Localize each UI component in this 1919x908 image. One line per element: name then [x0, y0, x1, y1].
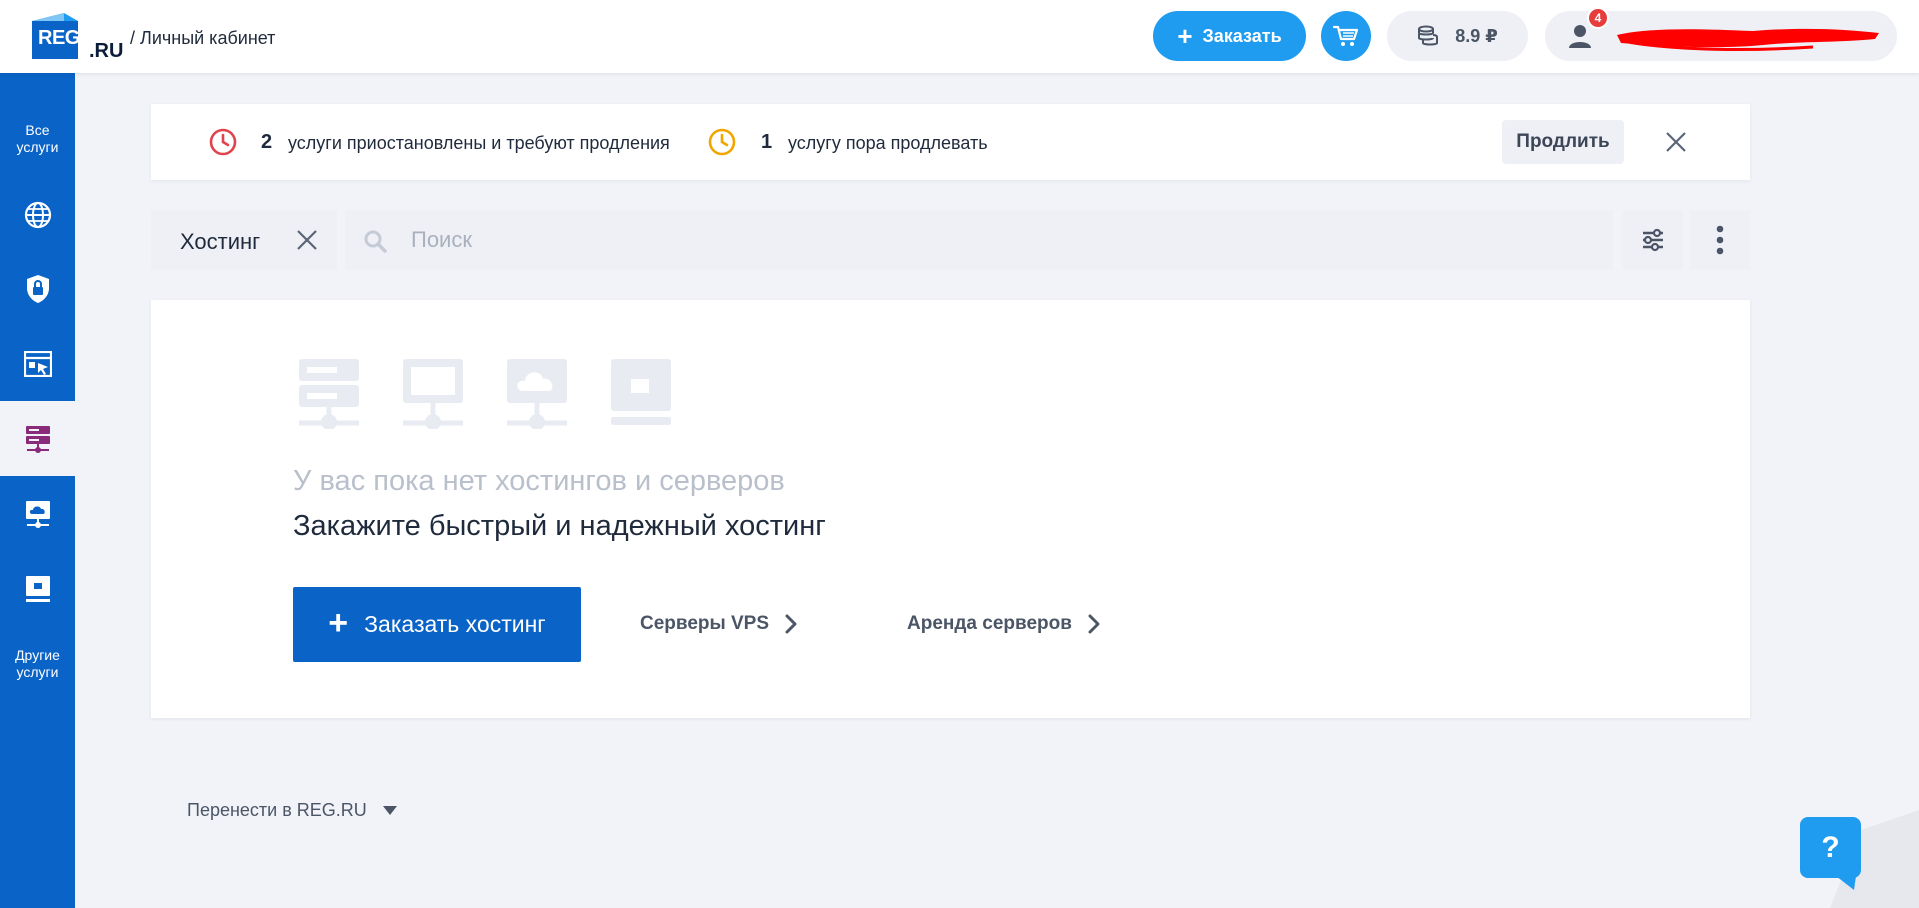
renew-button[interactable]: Продлить [1502, 120, 1624, 164]
vps-link-label: Серверы VPS [640, 613, 770, 634]
empty-state-card: У вас пока нет хостингов и серверов Зака… [151, 300, 1750, 718]
notification-badge: 4 [1587, 7, 1609, 29]
clock-alert-icon [209, 128, 237, 156]
hosting-icon [25, 425, 50, 453]
search-bar [345, 210, 1613, 270]
caret-down-icon [382, 806, 397, 815]
sidebar-item-label: Другие услуги [15, 646, 60, 680]
cart-icon [1333, 25, 1359, 46]
vps-link[interactable]: Серверы VPS [640, 613, 797, 635]
search-icon [364, 230, 387, 253]
chevron-right-icon [785, 614, 797, 634]
user-icon [1569, 25, 1591, 48]
logo-cube-icon: REG [30, 13, 88, 59]
more-vertical-icon [1716, 225, 1724, 255]
balance-amount: 8.9 ₽ [1455, 25, 1498, 46]
sliders-icon [1642, 228, 1663, 252]
breadcrumb: / Личный кабинет [130, 28, 276, 48]
renew-due-count: 1 [761, 131, 773, 153]
filter-chip-label: Хостинг [180, 229, 261, 254]
empty-state-subtitle: Закажите быстрый и надежный хостинг [293, 510, 826, 542]
order-button-label: Заказать [1202, 25, 1282, 46]
plus-icon: + [1177, 21, 1193, 51]
shield-lock-icon [26, 274, 49, 303]
renew-due-text: услугу пора продлевать [788, 133, 988, 153]
logo-text-ru: .RU [89, 40, 124, 62]
sidebar-item-all-services[interactable]: Все услуги [0, 101, 75, 176]
sidebar: Все услуги Другие услуги [0, 73, 75, 908]
help-widget: ? [1770, 790, 1919, 908]
chevron-right-icon [1088, 614, 1100, 634]
hosting-placeholder-icon [299, 359, 359, 429]
transfer-dropdown[interactable]: Перенести в REG.RU [187, 800, 397, 821]
filter-chip-hosting: Хостинг [151, 210, 337, 270]
sidebar-item-servers[interactable] [0, 551, 75, 626]
dedicated-placeholder-icon [611, 359, 671, 425]
search-input[interactable] [411, 210, 1591, 270]
clock-warning-icon [708, 128, 736, 156]
coins-icon [1418, 25, 1439, 46]
website-builder-icon [23, 350, 52, 377]
service-icons-row [297, 357, 673, 429]
suspended-count: 2 [261, 131, 273, 153]
rent-servers-link-label: Аренда серверов [907, 613, 1072, 634]
order-hosting-button[interactable]: + Заказать хостинг [293, 587, 581, 662]
help-label: ? [1821, 830, 1840, 864]
sidebar-item-domains[interactable] [0, 177, 75, 252]
regru-logo[interactable]: REG .RU [30, 13, 123, 62]
globe-icon [24, 201, 51, 228]
more-options-button[interactable] [1690, 210, 1750, 270]
transfer-label: Перенести в REG.RU [187, 800, 367, 820]
logo-text-reg: REG [38, 27, 80, 49]
order-button[interactable]: + Заказать [1153, 11, 1306, 61]
help-bubble-tail [1836, 876, 1856, 890]
rent-servers-link[interactable]: Аренда серверов [907, 613, 1100, 635]
suspended-text: услуги приостановлены и требуют продлени… [288, 133, 670, 153]
sidebar-item-other-services[interactable]: Другие услуги [0, 626, 75, 701]
empty-state-title: У вас пока нет хостингов и серверов [293, 465, 785, 497]
balance-button[interactable]: 8.9 ₽ [1387, 11, 1528, 61]
filter-settings-button[interactable] [1622, 210, 1683, 270]
redacted-username [1617, 28, 1879, 51]
vps-placeholder-icon [403, 359, 463, 429]
sidebar-item-site-builder[interactable] [0, 326, 75, 401]
cloud-placeholder-icon [507, 359, 567, 429]
sidebar-item-label: Все услуги [16, 121, 59, 155]
renewal-notice: 2 услуги приостановлены и требуют продле… [151, 104, 1750, 180]
clear-filter-icon[interactable] [295, 228, 319, 252]
dedicated-server-icon [25, 575, 50, 602]
help-button[interactable]: ? [1800, 817, 1861, 878]
cart-button[interactable] [1321, 11, 1371, 61]
cloud-server-icon [25, 500, 50, 528]
sidebar-item-ssl[interactable] [0, 251, 75, 326]
close-icon[interactable] [1664, 130, 1688, 154]
order-hosting-label: Заказать хостинг [364, 611, 546, 637]
account-button[interactable]: 4 [1545, 7, 1897, 61]
top-header: REG .RU / Личный кабинет + Заказать 8.9 … [0, 0, 1919, 73]
plus-icon: + [328, 604, 349, 642]
sidebar-item-cloud[interactable] [0, 476, 75, 551]
sidebar-item-hosting[interactable] [0, 401, 75, 476]
